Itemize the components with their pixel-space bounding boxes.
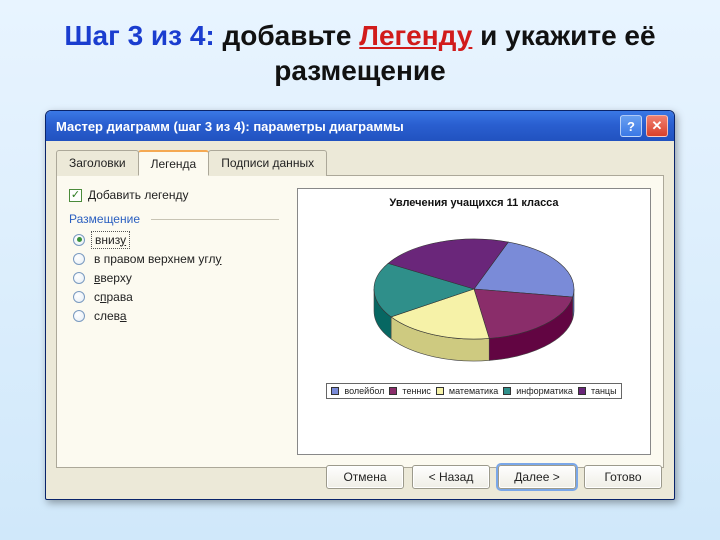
window-title: Мастер диаграмм (шаг 3 из 4): параметры … — [56, 119, 404, 134]
tab-strip: Заголовки Легенда Подписи данных — [56, 149, 664, 176]
instruction-heading: Шаг 3 из 4: добавьте Легенду и укажите е… — [0, 0, 720, 106]
dialog-buttons: Отмена < Назад Далее > Готово — [326, 465, 662, 489]
radio-top[interactable] — [73, 272, 85, 284]
step-label: Шаг 3 из 4: — [64, 20, 214, 51]
tab-data-labels[interactable]: Подписи данных — [208, 150, 327, 176]
pie-chart — [344, 217, 604, 377]
legend-swatch — [389, 387, 397, 395]
close-icon: ✕ — [652, 118, 663, 134]
tab-titles[interactable]: Заголовки — [56, 150, 139, 176]
legend-options: ✓ Добавить легенду Размещение внизу в пр… — [69, 188, 279, 325]
legend-item-label: танцы — [591, 386, 617, 396]
chart-wizard-dialog: Мастер диаграмм (шаг 3 из 4): параметры … — [45, 110, 675, 500]
placement-option-left[interactable]: слева — [73, 306, 279, 325]
cancel-button[interactable]: Отмена — [326, 465, 404, 489]
placement-option-top[interactable]: вверху — [73, 268, 279, 287]
legend-pane: ✓ Добавить легенду Размещение внизу в пр… — [56, 176, 664, 468]
back-button[interactable]: < Назад — [412, 465, 490, 489]
radio-bottom-label: внизу — [91, 231, 130, 249]
titlebar: Мастер диаграмм (шаг 3 из 4): параметры … — [46, 111, 674, 141]
radio-top-label: вверху — [91, 270, 135, 286]
chart-preview: Увлечения учащихся 11 класса волейбол тен… — [297, 188, 651, 455]
legend-item-label: информатика — [516, 386, 573, 396]
tab-legend[interactable]: Легенда — [138, 150, 210, 176]
legend-swatch — [436, 387, 444, 395]
radio-right-label: справа — [91, 289, 136, 305]
next-button[interactable]: Далее > — [498, 465, 576, 489]
legend-swatch — [503, 387, 511, 395]
heading-text-1: добавьте — [215, 20, 360, 51]
add-legend-label: Добавить легенду — [88, 188, 188, 202]
legend-swatch — [578, 387, 586, 395]
placement-radio-group: внизу в правом верхнем углу вверху справ… — [73, 230, 279, 325]
radio-right[interactable] — [73, 291, 85, 303]
radio-top-right-label: в правом верхнем углу — [91, 251, 225, 267]
help-button[interactable]: ? — [620, 115, 642, 137]
legend-item-label: волейбол — [344, 386, 384, 396]
finish-button[interactable]: Готово — [584, 465, 662, 489]
radio-top-right[interactable] — [73, 253, 85, 265]
chart-legend-box: волейбол теннис математика информатика танцы — [326, 383, 621, 399]
placement-option-bottom[interactable]: внизу — [73, 230, 279, 249]
placement-option-right[interactable]: справа — [73, 287, 279, 306]
legend-swatch — [331, 387, 339, 395]
placement-group-label: Размещение — [69, 212, 279, 226]
add-legend-checkbox[interactable]: ✓ — [69, 189, 82, 202]
chart-preview-title: Увлечения учащихся 11 класса — [389, 197, 558, 209]
radio-bottom[interactable] — [73, 234, 85, 246]
placement-option-top-right[interactable]: в правом верхнем углу — [73, 249, 279, 268]
legend-item-label: математика — [449, 386, 498, 396]
pie-svg — [344, 217, 604, 377]
add-legend-checkbox-row[interactable]: ✓ Добавить легенду — [69, 188, 279, 202]
radio-left[interactable] — [73, 310, 85, 322]
heading-legend-word: Легенду — [359, 20, 472, 51]
legend-item-label: теннис — [402, 386, 431, 396]
close-button[interactable]: ✕ — [646, 115, 668, 137]
radio-left-label: слева — [91, 308, 130, 324]
